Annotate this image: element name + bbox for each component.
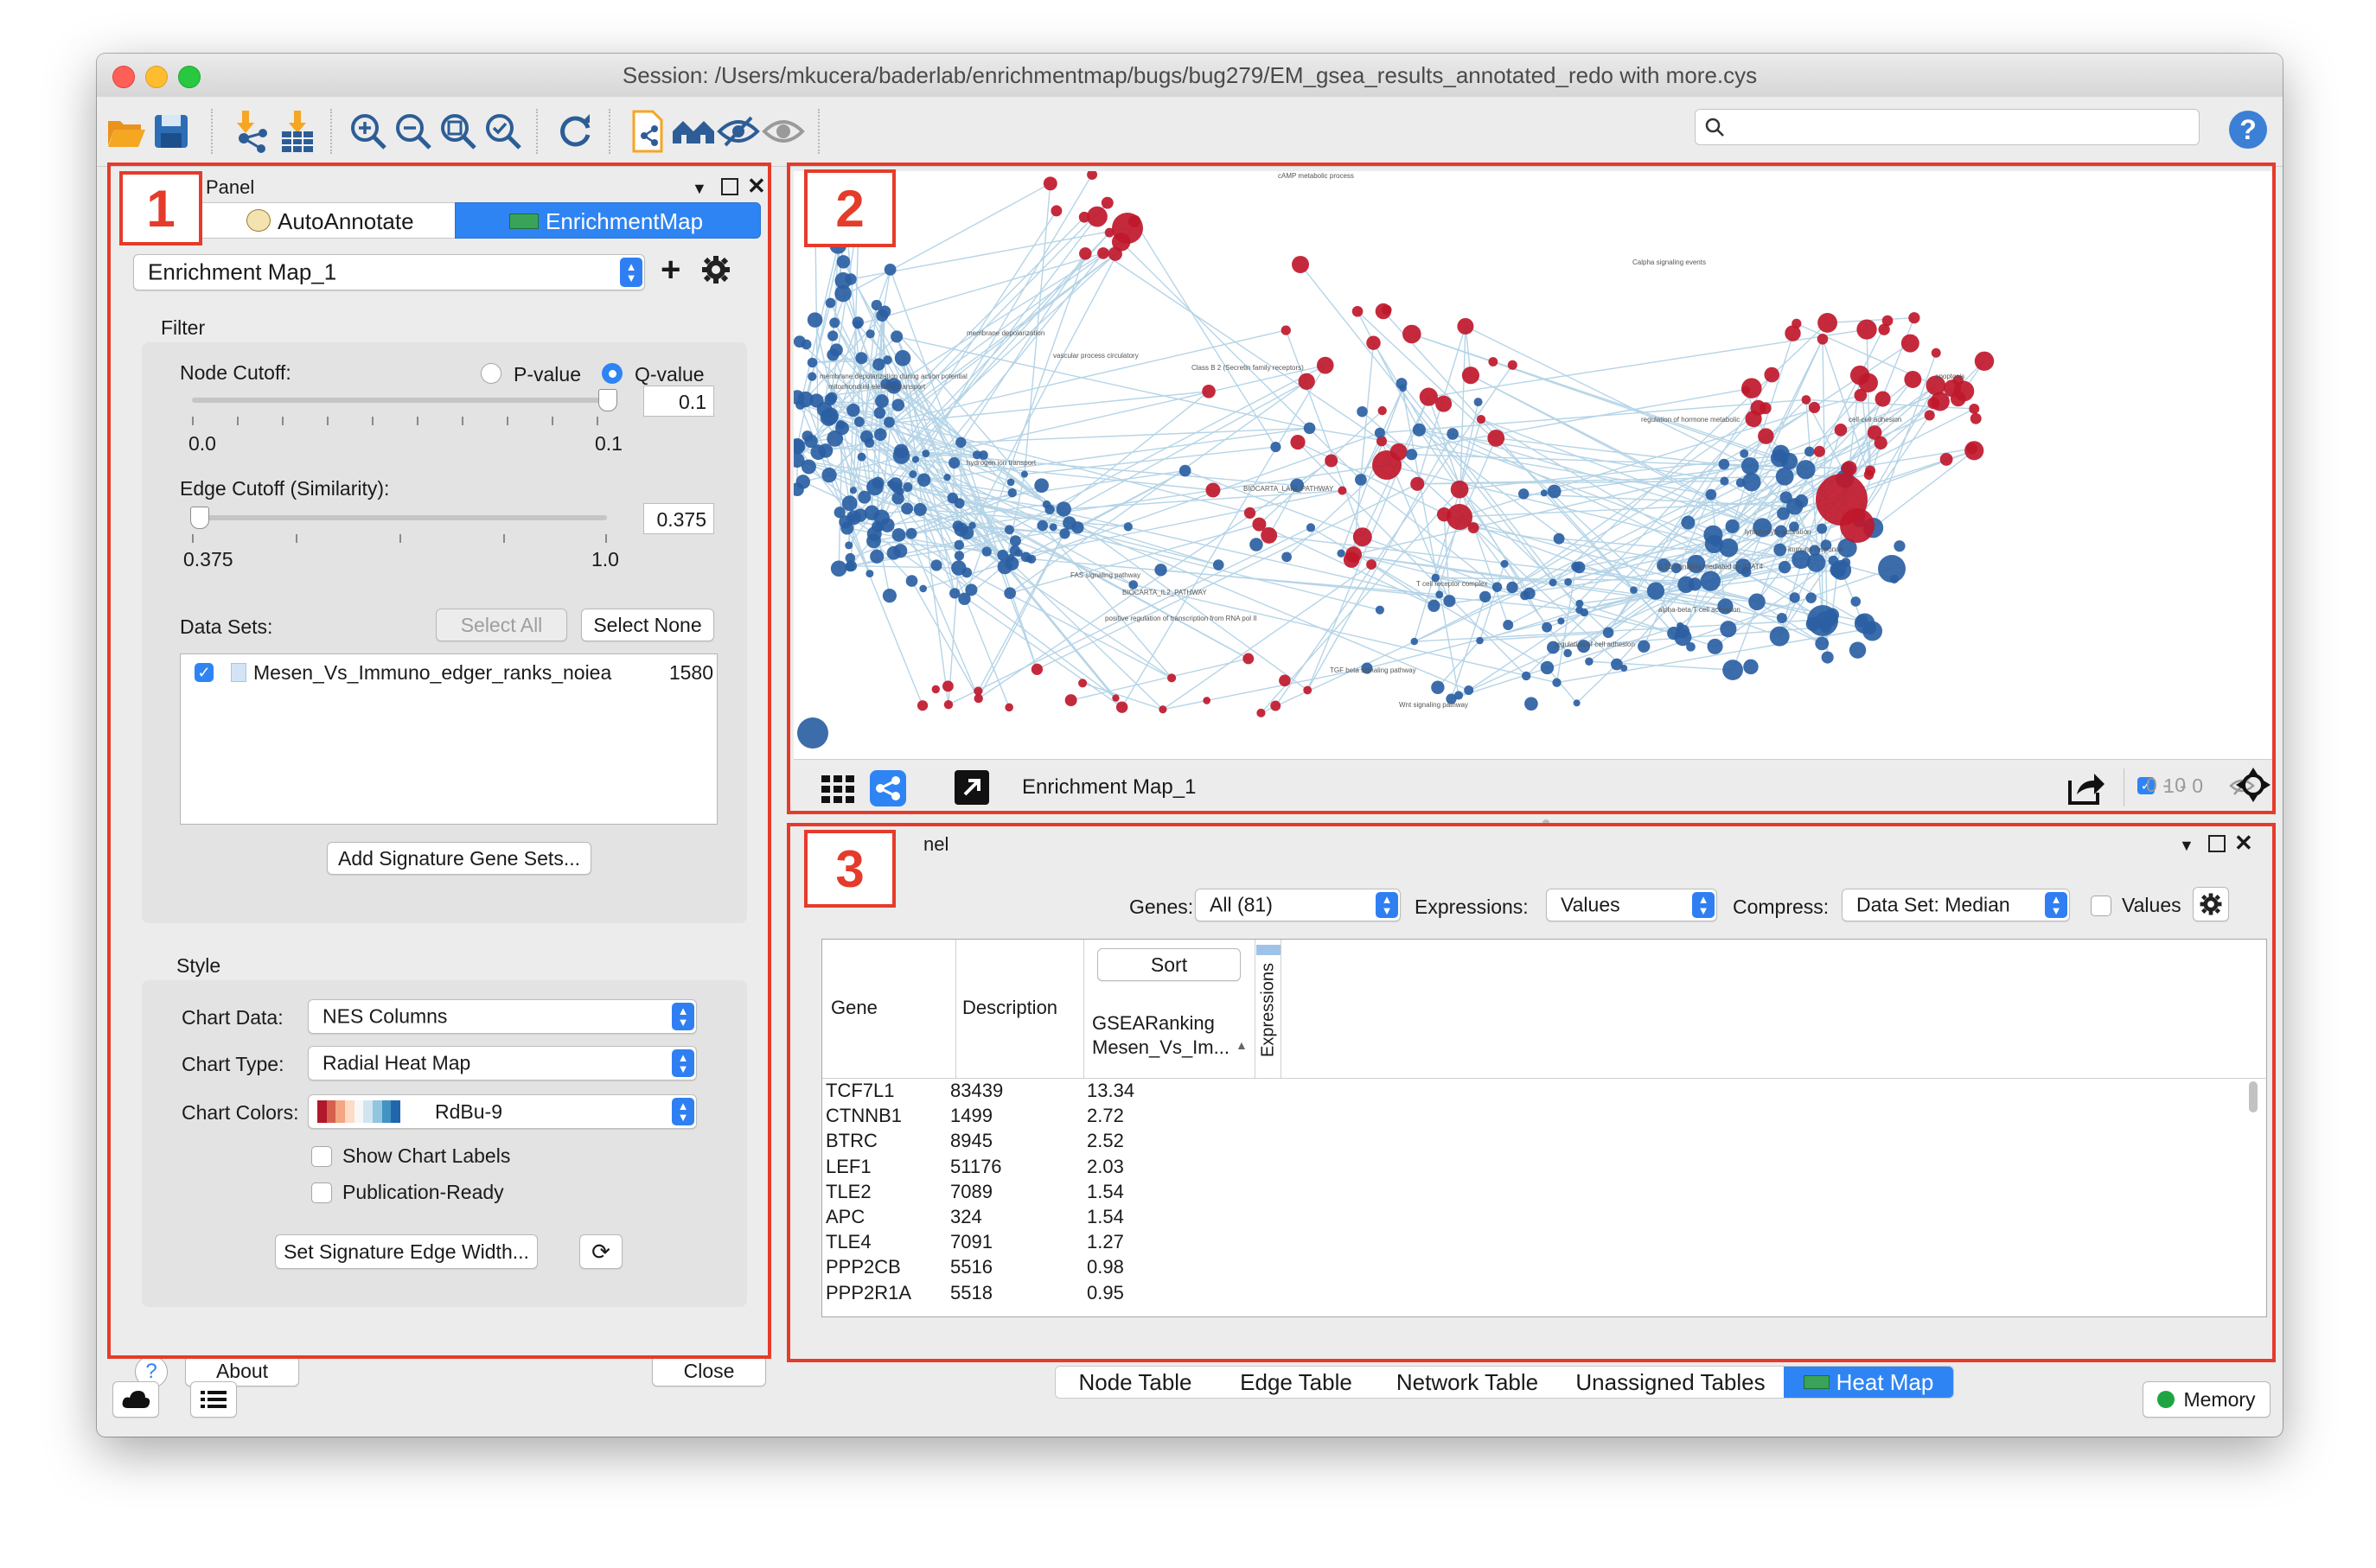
- annotation-label-3: 3: [804, 830, 896, 908]
- import-table-icon[interactable]: [273, 107, 322, 156]
- folder-open-icon[interactable]: [102, 107, 150, 156]
- tab-unassigned-tables[interactable]: Unassigned Tables: [1557, 1367, 1785, 1398]
- annotation-box-table-panel: [787, 823, 2276, 1362]
- cloud-icon[interactable]: [112, 1381, 159, 1418]
- task-list-icon[interactable]: [190, 1381, 237, 1418]
- memory-label: Memory: [2183, 1387, 2256, 1411]
- annotation-label-1: 1: [119, 171, 202, 245]
- tab-label: Heat Map: [1836, 1368, 1934, 1395]
- search-input[interactable]: [1730, 113, 2183, 141]
- title-bar: Session: /Users/mkucera/baderlab/enrichm…: [97, 54, 2283, 98]
- annotation-label-2: 2: [804, 169, 896, 247]
- close-button[interactable]: Close: [652, 1355, 766, 1386]
- tab-label: Node Table: [1078, 1368, 1192, 1395]
- tab-edge-table[interactable]: Edge Table: [1215, 1367, 1378, 1398]
- memory-status-icon: [2157, 1391, 2175, 1408]
- zoom-in-icon[interactable]: [344, 107, 393, 156]
- status-bar: [97, 1412, 2283, 1437]
- import-network-icon[interactable]: [228, 107, 277, 156]
- window-title: Session: /Users/mkucera/baderlab/enrichm…: [622, 62, 1758, 88]
- enrichmentmap-icon: [1803, 1375, 1830, 1389]
- refresh-icon[interactable]: [552, 107, 600, 156]
- tab-label: Network Table: [1396, 1368, 1539, 1395]
- tab-heat-map[interactable]: Heat Map: [1784, 1367, 1953, 1398]
- save-icon[interactable]: [147, 107, 195, 156]
- search-icon: [1705, 118, 1724, 137]
- first-neighbors-icon[interactable]: [669, 107, 718, 156]
- tab-network-table[interactable]: Network Table: [1377, 1367, 1558, 1398]
- show-icon[interactable]: [759, 107, 808, 156]
- annotation-box-control-panel: [107, 163, 771, 1359]
- tab-label: Edge Table: [1240, 1368, 1352, 1395]
- main-toolbar: ?: [97, 97, 2283, 167]
- search-field[interactable]: [1695, 109, 2200, 145]
- tab-node-table[interactable]: Node Table: [1056, 1367, 1216, 1398]
- annotation-box-network-view: [787, 163, 2276, 814]
- table-tabs: Node Table Edge Table Network Table Unassig…: [1055, 1366, 1954, 1399]
- hide-icon[interactable]: [714, 107, 763, 156]
- zoom-fit-icon[interactable]: [434, 107, 482, 156]
- help-button[interactable]: ?: [2229, 111, 2267, 149]
- tab-label: Unassigned Tables: [1575, 1368, 1766, 1395]
- help-icon: ?: [2239, 113, 2257, 145]
- memory-button[interactable]: Memory: [2143, 1381, 2271, 1418]
- zoom-out-icon[interactable]: [389, 107, 438, 156]
- new-network-from-selection-icon[interactable]: [624, 107, 673, 156]
- zoom-selected-icon[interactable]: [479, 107, 527, 156]
